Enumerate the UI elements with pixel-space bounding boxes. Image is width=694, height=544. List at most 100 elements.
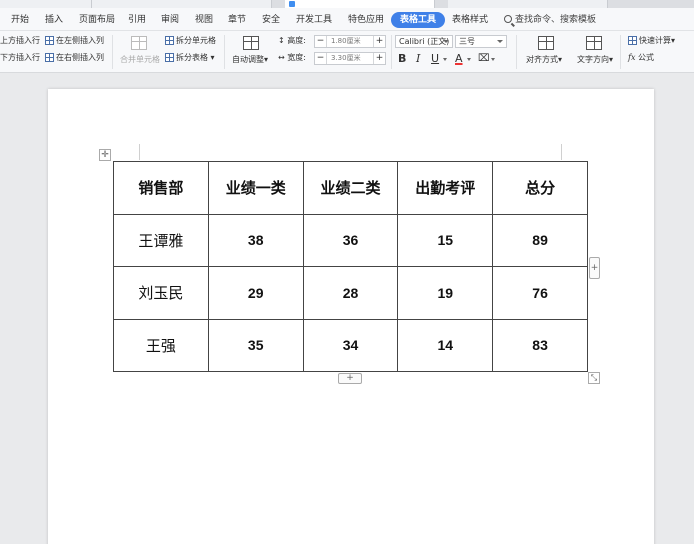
row-height-value: 1.80厘米 bbox=[331, 37, 361, 45]
text-direction-button[interactable]: 文字方向▾ bbox=[577, 54, 613, 66]
insert-column-left-icon bbox=[45, 36, 54, 45]
table-cell[interactable]: 76 bbox=[492, 266, 588, 320]
chevron-down-icon bbox=[497, 40, 503, 43]
insert-column-right-icon bbox=[45, 53, 54, 62]
document-tab-active[interactable] bbox=[285, 0, 435, 8]
auto-fit-icon bbox=[243, 36, 259, 50]
tab-review[interactable]: 审阅 bbox=[161, 12, 179, 28]
document-tab[interactable] bbox=[448, 0, 608, 8]
document-icon bbox=[289, 1, 295, 7]
insert-row-above-button[interactable]: 上方插入行 bbox=[0, 35, 40, 47]
table-row: 王谭雅 38 36 15 89 bbox=[113, 213, 588, 267]
command-search[interactable]: 查找命令、搜索模板 bbox=[504, 12, 596, 28]
highlight-icon[interactable]: ⌧ bbox=[478, 52, 490, 66]
table-cell[interactable]: 36 bbox=[302, 213, 399, 267]
col-width-increase-button[interactable]: + bbox=[373, 53, 385, 64]
menu-bar: 开始 插入 页面布局 引用 审阅 视图 章节 安全 开发工具 特色应用 表格工具… bbox=[0, 8, 694, 31]
split-cells-icon bbox=[165, 36, 174, 45]
col-width-label: ↔ 宽度: bbox=[278, 53, 306, 62]
row-height-increase-button[interactable]: + bbox=[373, 36, 385, 47]
table-cell[interactable]: 15 bbox=[397, 213, 494, 267]
font-size-select[interactable]: 三号 bbox=[455, 35, 507, 48]
split-cells-button[interactable]: 拆分单元格 bbox=[165, 35, 216, 47]
tab-references[interactable]: 引用 bbox=[128, 12, 146, 28]
table-cell[interactable]: 29 bbox=[207, 266, 304, 320]
chevron-down-icon[interactable] bbox=[491, 58, 495, 61]
quick-calc-button[interactable]: 快速计算▾ bbox=[628, 35, 675, 47]
table-cell[interactable]: 14 bbox=[397, 318, 494, 372]
col-width-value: 3.30厘米 bbox=[331, 54, 361, 62]
header-cell[interactable]: 出勤考评 bbox=[397, 161, 494, 215]
font-name-select[interactable]: Calibri (正文) bbox=[395, 35, 453, 48]
search-icon bbox=[504, 15, 512, 23]
ribbon-divider bbox=[112, 35, 113, 69]
row-height-decrease-button[interactable]: − bbox=[315, 36, 327, 47]
insert-col-right-button[interactable]: 在右侧插入列 bbox=[45, 52, 104, 64]
tab-special-apps[interactable]: 特色应用 bbox=[348, 12, 384, 28]
col-width-decrease-button[interactable]: − bbox=[315, 53, 327, 64]
document-tab[interactable] bbox=[0, 0, 92, 8]
table-move-handle[interactable]: ✛ bbox=[99, 149, 111, 161]
align-button[interactable]: 对齐方式▾ bbox=[526, 54, 562, 66]
header-cell[interactable]: 总分 bbox=[492, 161, 588, 215]
tab-home[interactable]: 开始 bbox=[11, 12, 29, 28]
tab-developer[interactable]: 开发工具 bbox=[296, 12, 332, 28]
document-tab[interactable] bbox=[92, 0, 272, 8]
tab-table-style[interactable]: 表格样式 bbox=[452, 12, 488, 28]
chevron-down-icon[interactable] bbox=[443, 58, 447, 61]
split-table-button[interactable]: 拆分表格 ▾ bbox=[165, 52, 215, 64]
margin-guide bbox=[139, 144, 140, 160]
formula-button[interactable]: fx 公式 bbox=[628, 52, 654, 64]
table-header-row: 销售部 业绩一类 业绩二类 出勤考评 总分 bbox=[113, 161, 588, 215]
split-table-icon bbox=[165, 53, 174, 62]
table-cell[interactable]: 83 bbox=[492, 318, 588, 372]
align-icon bbox=[538, 36, 554, 50]
tab-security[interactable]: 安全 bbox=[262, 12, 280, 28]
italic-button[interactable]: I bbox=[416, 52, 420, 66]
auto-fit-button[interactable]: 自动调整▾ bbox=[232, 54, 268, 66]
insert-col-left-button[interactable]: 在左侧插入列 bbox=[45, 35, 104, 47]
margin-guide bbox=[561, 144, 562, 160]
table-cell[interactable]: 35 bbox=[207, 318, 304, 372]
tab-page-layout[interactable]: 页面布局 bbox=[79, 12, 115, 28]
table-cell-name[interactable]: 刘玉民 bbox=[113, 266, 209, 320]
tab-insert[interactable]: 插入 bbox=[45, 12, 63, 28]
merge-cells-button[interactable]: 合并单元格 bbox=[120, 54, 160, 66]
table-cell[interactable]: 19 bbox=[397, 266, 494, 320]
table-cell[interactable]: 89 bbox=[492, 213, 588, 267]
sales-table[interactable]: 销售部 业绩一类 业绩二类 出勤考评 总分 王谭雅 38 36 15 89 刘玉… bbox=[113, 161, 588, 372]
col-width-stepper[interactable]: − 3.30厘米 + bbox=[314, 52, 386, 65]
add-column-button[interactable]: + bbox=[589, 257, 600, 279]
table-cell[interactable]: 38 bbox=[207, 213, 304, 267]
header-cell[interactable]: 业绩二类 bbox=[302, 161, 399, 215]
formula-icon: fx bbox=[628, 53, 636, 62]
table-cell-name[interactable]: 王谭雅 bbox=[113, 213, 209, 267]
ribbon-divider bbox=[516, 35, 517, 69]
header-cell[interactable]: 销售部 bbox=[113, 161, 209, 215]
ribbon-divider bbox=[391, 35, 392, 69]
add-row-button[interactable]: + bbox=[338, 373, 362, 384]
row-height-label: ↕ 高度: bbox=[278, 36, 306, 45]
text-direction-icon bbox=[586, 36, 602, 50]
row-height-stepper[interactable]: − 1.80厘米 + bbox=[314, 35, 386, 48]
table-row: 王强 35 34 14 83 bbox=[113, 318, 588, 372]
font-color-button[interactable]: A bbox=[455, 52, 463, 66]
merge-cells-icon bbox=[131, 36, 147, 50]
header-cell[interactable]: 业绩一类 bbox=[207, 161, 304, 215]
table-row: 刘玉民 29 28 19 76 bbox=[113, 266, 588, 320]
underline-button[interactable]: U bbox=[431, 52, 439, 66]
table-resize-handle[interactable]: ⤡ bbox=[588, 372, 600, 384]
chevron-down-icon[interactable] bbox=[467, 58, 471, 61]
ribbon-divider bbox=[224, 35, 225, 69]
chevron-down-icon bbox=[443, 40, 449, 43]
insert-row-below-button[interactable]: 下方插入行 bbox=[0, 52, 40, 64]
tab-view[interactable]: 视图 bbox=[195, 12, 213, 28]
bold-button[interactable]: B bbox=[398, 52, 406, 66]
document-tab-strip bbox=[0, 0, 694, 8]
tab-chapter[interactable]: 章节 bbox=[228, 12, 246, 28]
table-cell[interactable]: 28 bbox=[302, 266, 399, 320]
calculator-icon bbox=[628, 36, 637, 45]
tab-table-tools[interactable]: 表格工具 bbox=[391, 12, 446, 28]
table-cell-name[interactable]: 王强 bbox=[113, 318, 209, 372]
table-cell[interactable]: 34 bbox=[302, 318, 399, 372]
